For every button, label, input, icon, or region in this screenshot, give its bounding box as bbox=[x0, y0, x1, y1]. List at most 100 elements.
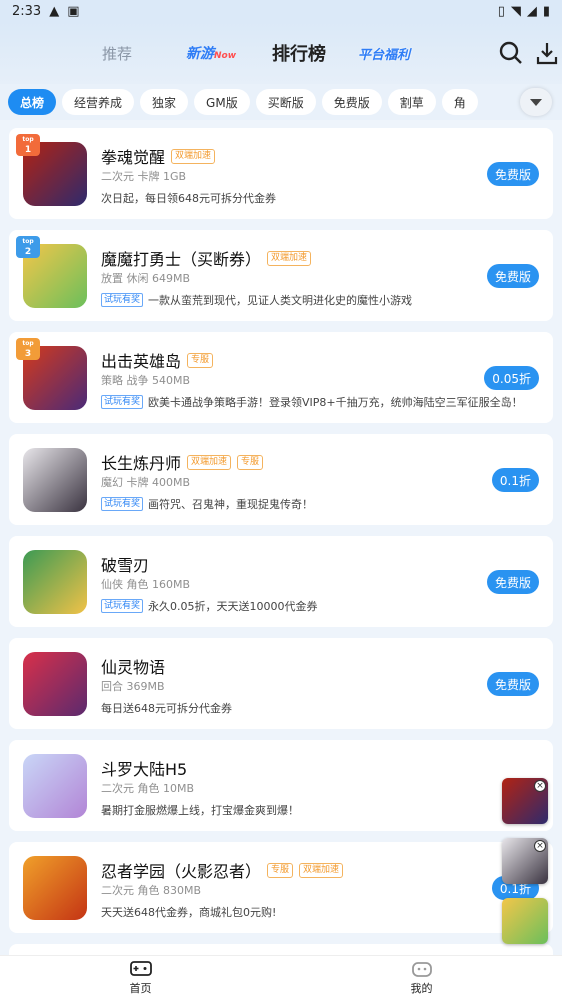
game-description-row: 每日送648元可拆分代金券 bbox=[101, 700, 232, 716]
price-button[interactable]: 0.05折 bbox=[484, 366, 539, 390]
game-card[interactable]: 忍者学园（火影忍者） 专服 双端加速 二次元 角色 830MB 天天送648代金券，商城… bbox=[9, 842, 553, 933]
game-description: 画符咒、召鬼神，重现捉鬼传奇！ bbox=[148, 498, 314, 511]
game-name: 忍者学园（火影忍者） bbox=[101, 862, 262, 881]
game-card[interactable]: 破雪刃仙侠 角色 160MB 试玩有奖 永久0.05折，天天送10000代金券 免费版 bbox=[9, 536, 553, 627]
game-name: 斗罗大陆H5 bbox=[101, 760, 188, 779]
trial-reward-tag: 试玩有奖 bbox=[101, 293, 144, 307]
game-title-row: 破雪刃 bbox=[101, 552, 149, 576]
expand-filters-button[interactable] bbox=[520, 88, 552, 116]
status-time: 2:33 bbox=[12, 3, 42, 19]
game-title-row: 出击英雄岛 专服 bbox=[101, 348, 214, 372]
category-filter-bar: 总榜 经营养成 独家 GM版 买断版 免费版 割草 角 bbox=[0, 84, 562, 120]
game-title-row: 忍者学园（火影忍者） 专服 双端加速 bbox=[101, 858, 344, 882]
game-icon[interactable] bbox=[23, 754, 87, 818]
game-title-row: 仙灵物语 bbox=[101, 654, 165, 678]
status-bar: 2:33 ▲ ▣ ▯ ◥ ◢ ▮ bbox=[0, 0, 562, 22]
tab-ranking[interactable]: 排行榜 bbox=[272, 40, 326, 66]
game-name: 仙灵物语 bbox=[101, 658, 166, 677]
filter-chip-exclusive[interactable]: 独家 bbox=[140, 89, 189, 115]
price-button[interactable]: 免费版 bbox=[486, 672, 539, 696]
tab-new-games[interactable]: 新游Now bbox=[186, 43, 236, 63]
vibrate-icon: ▯ bbox=[497, 3, 505, 19]
filter-chip-management[interactable]: 经营养成 bbox=[62, 89, 135, 115]
game-card[interactable]: 斗罗大陆H5 二次元 角色 10MB 暑期打金服燃爆上线，打宝爆金爽到爆！ bbox=[9, 740, 553, 831]
battery-icon: ▮ bbox=[542, 3, 550, 19]
rank-badge: top 2 bbox=[16, 236, 40, 258]
search-icon[interactable] bbox=[498, 40, 524, 66]
notification-icon: ▣ bbox=[67, 3, 80, 19]
game-card[interactable]: 长生炼丹师 双端加速 专服魔幻 卡牌 400MB 试玩有奖 画符咒、召鬼神，重现捉鬼传奇… bbox=[9, 434, 553, 525]
game-meta: 仙侠 角色 160MB bbox=[101, 578, 191, 591]
floating-game-ad-1[interactable]: × bbox=[502, 778, 548, 824]
close-icon[interactable]: × bbox=[534, 780, 546, 792]
game-card[interactable]: top 1 拳魂觉醒 双端加速 二次元 卡牌 1GB 次日起，每日领648元可拆分代金券 免… bbox=[9, 128, 553, 219]
game-description-row: 天天送648代金券，商城礼包0元购! bbox=[101, 904, 276, 920]
top-tab-bar: 推荐 新游Now 排行榜 平台福利 bbox=[0, 22, 562, 84]
game-tag: 双端加速 bbox=[267, 250, 312, 266]
game-meta: 魔幻 卡牌 400MB bbox=[101, 476, 191, 489]
game-card-partial[interactable] bbox=[9, 944, 553, 955]
gamepad-icon bbox=[129, 960, 152, 976]
game-icon[interactable] bbox=[23, 652, 87, 716]
game-description: 欧美卡通战争策略手游！登录领VIP8+千抽万充，统帅海陆空三军征服全岛！ bbox=[148, 396, 523, 409]
signal-icon: ◢ bbox=[526, 3, 537, 19]
game-description-row: 试玩有奖 永久0.05折，天天送10000代金券 bbox=[101, 598, 318, 614]
game-tag: 专服 bbox=[237, 454, 264, 470]
game-card[interactable]: top 2 魔魔打勇士（买断券） 双端加速放置 休闲 649MB 试玩有奖 一款从蛮荒到现… bbox=[9, 230, 553, 321]
floating-game-ad-2[interactable]: × bbox=[502, 838, 548, 884]
trial-reward-tag: 试玩有奖 bbox=[101, 599, 144, 613]
rank-number: 2 bbox=[24, 247, 32, 257]
rank-number: 3 bbox=[24, 349, 32, 359]
filter-chip-gm[interactable]: GM版 bbox=[194, 89, 250, 115]
filter-chip-total[interactable]: 总榜 bbox=[8, 89, 57, 115]
game-card[interactable]: top 3 出击英雄岛 专服 策略 战争 540MB 试玩有奖 欧美卡通战争策略手游！登录领… bbox=[9, 332, 553, 423]
game-description-row: 试玩有奖 一款从蛮荒到现代，见证人类文明进化史的魔性小游戏 bbox=[101, 292, 412, 308]
trial-reward-tag: 试玩有奖 bbox=[101, 497, 144, 511]
game-title-row: 拳魂觉醒 双端加速 bbox=[101, 144, 216, 168]
rank-number: 1 bbox=[24, 145, 32, 155]
game-meta: 放置 休闲 649MB bbox=[101, 272, 191, 285]
filter-chip-role[interactable]: 角 bbox=[441, 89, 478, 115]
game-name: 魔魔打勇士（买断券） bbox=[101, 250, 262, 269]
game-icon[interactable] bbox=[23, 448, 87, 512]
tab-platform-benefits[interactable]: 平台福利 bbox=[358, 44, 410, 63]
game-description: 一款从蛮荒到现代，见证人类文明进化史的魔性小游戏 bbox=[148, 294, 413, 307]
game-description-row: 试玩有奖 画符咒、召鬼神，重现捉鬼传奇！ bbox=[101, 496, 313, 512]
game-description-row: 试玩有奖 欧美卡通战争策略手游！登录领VIP8+千抽万充，统帅海陆空三军征服全岛！ bbox=[101, 394, 523, 410]
warning-icon: ▲ bbox=[49, 3, 60, 19]
game-name: 长生炼丹师 bbox=[101, 454, 182, 473]
game-card[interactable]: 仙灵物语回合 369MB 每日送648元可拆分代金券 免费版 bbox=[9, 638, 553, 729]
new-badge: Now bbox=[214, 51, 237, 61]
filter-chip-mowing[interactable]: 割草 bbox=[387, 89, 436, 115]
game-description: 次日起，每日领648元可拆分代金券 bbox=[101, 192, 276, 205]
tab-recommend[interactable]: 推荐 bbox=[102, 43, 132, 64]
game-title-row: 长生炼丹师 双端加速 专服 bbox=[101, 450, 264, 474]
download-icon[interactable] bbox=[534, 40, 560, 66]
game-icon[interactable] bbox=[23, 856, 87, 920]
chevron-down-icon bbox=[530, 99, 542, 106]
profile-face-icon bbox=[411, 961, 432, 977]
game-title-row: 斗罗大陆H5 bbox=[101, 756, 187, 780]
game-name: 破雪刃 bbox=[101, 556, 150, 575]
game-tag: 专服 bbox=[187, 352, 214, 368]
game-tag: 双端加速 bbox=[187, 454, 232, 470]
price-button[interactable]: 免费版 bbox=[486, 162, 539, 186]
price-button[interactable]: 免费版 bbox=[486, 570, 539, 594]
tab-new-games-label: 新游 bbox=[186, 46, 215, 62]
game-icon[interactable] bbox=[23, 550, 87, 614]
game-description-row: 次日起，每日领648元可拆分代金券 bbox=[101, 190, 276, 206]
game-name: 拳魂觉醒 bbox=[101, 148, 166, 167]
price-button[interactable]: 0.1折 bbox=[491, 468, 539, 492]
price-button[interactable]: 免费版 bbox=[486, 264, 539, 288]
floating-game-ad-3[interactable] bbox=[502, 898, 548, 944]
bottom-navigation: 首页 我的 bbox=[0, 955, 562, 999]
close-icon[interactable]: × bbox=[534, 840, 546, 852]
nav-home[interactable]: 首页 bbox=[130, 960, 152, 996]
filter-chip-free[interactable]: 免费版 bbox=[321, 89, 382, 115]
nav-mine[interactable]: 我的 bbox=[411, 960, 433, 996]
filter-chip-buyout[interactable]: 买断版 bbox=[255, 89, 316, 115]
rank-badge: top 1 bbox=[16, 134, 40, 156]
game-meta: 回合 369MB bbox=[101, 680, 165, 693]
game-title-row: 魔魔打勇士（买断券） 双端加速 bbox=[101, 246, 312, 270]
game-tag: 双端加速 bbox=[299, 862, 344, 878]
